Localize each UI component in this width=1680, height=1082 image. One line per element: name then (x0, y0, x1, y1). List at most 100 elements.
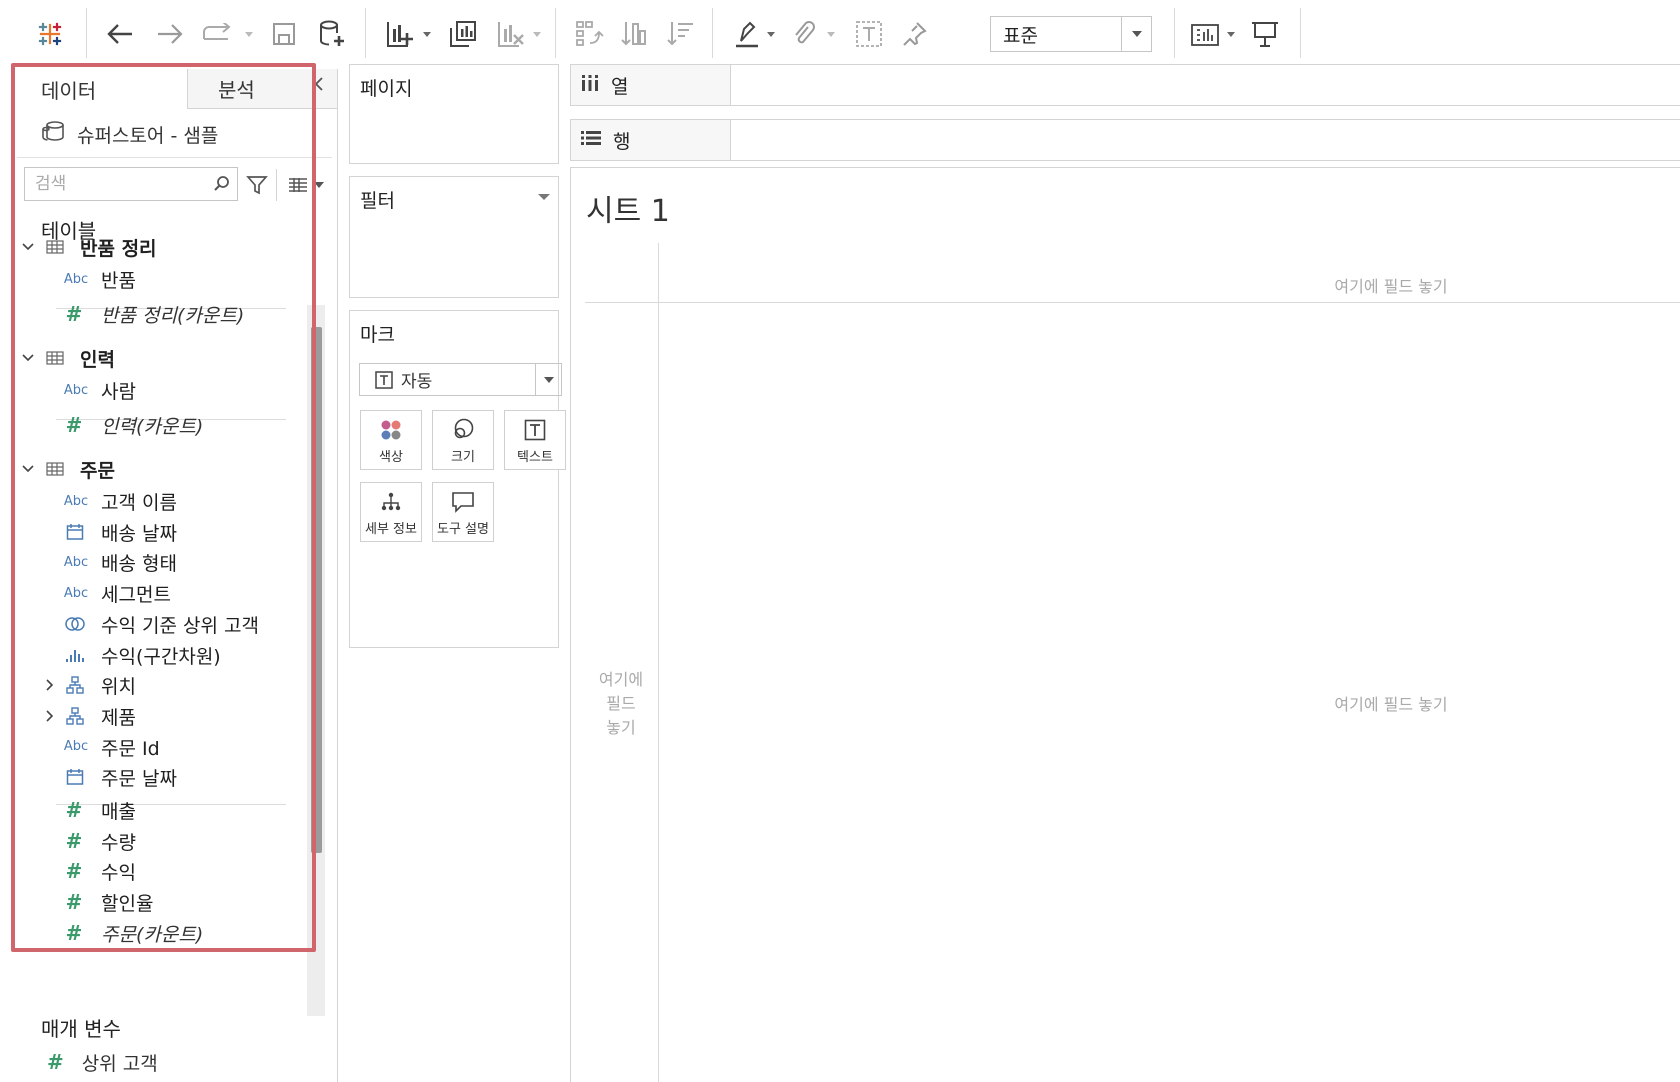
field-item[interactable]: 위치 (0, 669, 305, 701)
measure-icon: # (65, 890, 83, 915)
field-item[interactable]: # 수익 (0, 855, 305, 887)
pin-icon[interactable] (898, 14, 932, 54)
chevron-down-icon[interactable] (20, 239, 36, 255)
table-item[interactable]: 인력 (0, 342, 305, 374)
search-input[interactable] (25, 174, 207, 194)
redo-icon[interactable] (152, 14, 188, 54)
detail-label: 세부 정보 (365, 521, 417, 537)
field-item[interactable]: # 반품 정리(카운트) (0, 298, 305, 330)
group-dropdown[interactable] (824, 14, 838, 54)
field-item[interactable]: 수익(구간차원) (0, 639, 305, 671)
columns-shelf[interactable]: 열 (570, 64, 1680, 106)
field-item[interactable]: Abc 배송 형태 (0, 546, 305, 578)
drop-zone-center[interactable]: 여기에 필드 놓기 (1271, 693, 1511, 717)
field-item[interactable]: # 할인율 (0, 886, 305, 918)
mark-type-dropdown[interactable]: 자동 (359, 363, 562, 396)
rows-shelf[interactable]: 행 (570, 119, 1680, 161)
clear-sheet-dropdown[interactable] (530, 14, 544, 54)
undo-icon[interactable] (102, 14, 138, 54)
filter-fields-icon[interactable] (243, 169, 271, 201)
field-item[interactable]: # 주문(카운트) (0, 917, 305, 949)
measure-icon: # (65, 413, 83, 437)
show-labels-icon[interactable] (852, 14, 886, 54)
fit-dropdown[interactable]: 표준 (990, 16, 1152, 52)
tableau-logo-icon[interactable] (32, 14, 68, 54)
datasource-item[interactable]: 슈퍼스토어 - 샘플 (41, 114, 218, 154)
duplicate-sheet-icon[interactable] (446, 14, 480, 54)
parameter-item[interactable]: # 상위 고객 (47, 1047, 158, 1077)
collapse-pane-icon[interactable] (310, 69, 328, 99)
highlight-icon[interactable] (730, 14, 764, 54)
show-me-dropdown[interactable] (1224, 14, 1238, 54)
field-item[interactable]: 배송 날짜 (0, 516, 305, 548)
measure-icon: # (47, 1050, 64, 1074)
worksheet-view[interactable]: 시트 1 여기에 필드 놓기 여기에 필드 놓기 여기에 필드 놓기 (570, 167, 1680, 1082)
replay-icon[interactable] (200, 14, 236, 54)
presentation-icon[interactable] (1248, 14, 1282, 54)
sheet-title[interactable]: 시트 1 (586, 186, 670, 230)
field-item[interactable]: Abc 고객 이름 (0, 485, 305, 517)
search-field[interactable] (24, 167, 238, 201)
field-item[interactable]: 제품 (0, 700, 305, 732)
measure-icon: # (65, 302, 83, 326)
size-label: 크기 (451, 449, 475, 465)
text-icon (524, 416, 546, 444)
field-item[interactable]: # 수량 (0, 825, 305, 857)
new-datasource-icon[interactable] (314, 14, 350, 54)
drop-zone-rows[interactable]: 여기에 필드 놓기 (585, 668, 657, 740)
chevron-down-icon[interactable] (20, 461, 36, 477)
sort-descending-icon[interactable] (664, 14, 698, 54)
field-item[interactable]: 주문 날짜 (0, 761, 305, 793)
filters-card[interactable]: 필터 (349, 176, 559, 298)
table-item[interactable]: 주문 (0, 453, 305, 485)
chevron-right-icon[interactable] (42, 708, 58, 724)
field-item[interactable]: # 매출 (0, 794, 305, 826)
new-worksheet-icon[interactable] (382, 14, 418, 54)
filters-menu-icon[interactable] (538, 194, 550, 200)
scrollbar-thumb[interactable] (311, 327, 322, 853)
text-label: 텍스트 (517, 449, 553, 465)
sort-ascending-icon[interactable] (618, 14, 652, 54)
field-name: 주문 날짜 (101, 768, 177, 791)
highlight-dropdown[interactable] (764, 14, 778, 54)
pages-card[interactable]: 페이지 (349, 64, 559, 164)
table-item[interactable]: 반품 정리 (0, 231, 305, 263)
measure-icon: # (65, 859, 83, 884)
field-item[interactable]: Abc 사람 (0, 374, 305, 406)
tooltip-button[interactable]: 도구 설명 (432, 482, 494, 542)
field-name: 주문 Id (101, 737, 160, 760)
table-name: 주문 (80, 460, 115, 482)
field-name: 위치 (101, 676, 136, 699)
columns-icon (581, 74, 599, 97)
drop-zone-columns[interactable]: 여기에 필드 놓기 (1271, 275, 1511, 299)
color-button[interactable]: 색상 (360, 410, 422, 470)
group-icon[interactable] (788, 14, 820, 54)
columns-shelf-label: 열 (571, 65, 731, 105)
measure-icon: # (65, 920, 83, 945)
detail-button[interactable]: 세부 정보 (360, 482, 422, 542)
chevron-right-icon[interactable] (42, 677, 58, 693)
field-name: 반품 정리(카운트) (101, 305, 245, 327)
swap-icon[interactable] (572, 14, 606, 54)
size-button[interactable]: 크기 (432, 410, 494, 470)
tab-data[interactable]: 데이터 (11, 69, 186, 109)
field-item[interactable]: 수익 기준 상위 고객 (0, 608, 305, 640)
field-item[interactable]: Abc 세그먼트 (0, 577, 305, 609)
search-icon[interactable] (207, 175, 237, 193)
new-worksheet-dropdown[interactable] (420, 14, 434, 54)
save-icon[interactable] (268, 14, 300, 54)
text-button[interactable]: 텍스트 (504, 410, 566, 470)
show-me-icon[interactable] (1188, 14, 1222, 54)
view-dropdown[interactable] (314, 169, 328, 201)
table-name: 반품 정리 (80, 238, 157, 260)
field-item[interactable]: Abc 반품 (0, 263, 305, 295)
chevron-down-icon[interactable] (20, 350, 36, 366)
field-item[interactable]: # 인력(카운트) (0, 409, 305, 441)
set-field-icon (64, 614, 86, 634)
field-name: 매출 (101, 801, 136, 823)
view-data-icon[interactable] (283, 169, 313, 201)
clear-sheet-icon[interactable] (494, 14, 528, 54)
replay-dropdown[interactable] (242, 14, 256, 54)
string-field-icon: Abc (63, 739, 89, 755)
field-item[interactable]: Abc 주문 Id (0, 731, 305, 763)
